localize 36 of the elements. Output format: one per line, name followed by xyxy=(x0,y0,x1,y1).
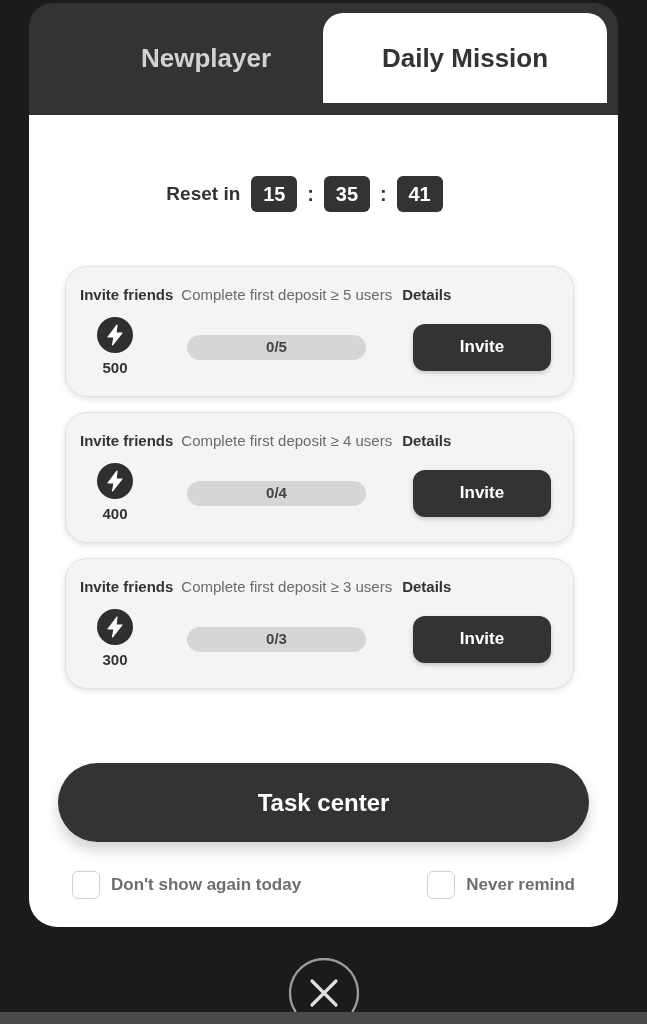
timer-colon: : xyxy=(307,182,314,207)
tab[interactable]: Newplayer xyxy=(89,13,323,103)
reward-amount: 500 xyxy=(102,359,128,377)
timer-digits: 35 xyxy=(323,176,370,212)
reward-amount: 300 xyxy=(102,651,128,669)
mission-description: Complete first deposit ≥ 4 users xyxy=(181,430,393,451)
task-center-button[interactable]: Task center xyxy=(58,763,589,842)
timer-colon: : xyxy=(379,182,387,207)
mission-description: Complete first deposit ≥ 5 users xyxy=(181,284,393,305)
tab[interactable]: Daily Mission xyxy=(323,13,607,103)
checkbox[interactable] xyxy=(72,871,100,899)
checkbox-label: Don't show again today xyxy=(111,874,302,897)
checkbox[interactable] xyxy=(427,871,456,899)
reset-label: Reset in xyxy=(166,181,241,206)
invite-button[interactable]: Invite xyxy=(413,615,551,663)
details-link[interactable]: Details xyxy=(402,429,452,453)
mission-title: Invite friends xyxy=(80,576,174,597)
reward-amount: 400 xyxy=(102,505,128,523)
timer-digits: 41 xyxy=(396,176,443,212)
details-link[interactable]: Details xyxy=(402,575,452,599)
mission-title: Invite friends xyxy=(80,430,174,451)
checkbox-label: Never remind xyxy=(466,874,575,897)
progress-count: 0/5 xyxy=(266,336,287,357)
lightning-bolt-icon xyxy=(97,317,133,353)
timer-digits: 15 xyxy=(251,176,298,212)
close-icon xyxy=(288,958,359,1012)
lightning-bolt-icon xyxy=(97,463,133,499)
mission-description: Complete first deposit ≥ 3 users xyxy=(181,576,393,597)
details-link[interactable]: Details xyxy=(402,283,452,307)
lightning-bolt-icon xyxy=(97,609,133,645)
progress-count: 0/3 xyxy=(266,628,287,649)
mission-title: Invite friends xyxy=(80,284,174,305)
invite-button[interactable]: Invite xyxy=(413,469,551,517)
invite-button[interactable]: Invite xyxy=(413,323,551,371)
close-button[interactable] xyxy=(288,958,359,1012)
progress-count: 0/4 xyxy=(266,482,287,503)
